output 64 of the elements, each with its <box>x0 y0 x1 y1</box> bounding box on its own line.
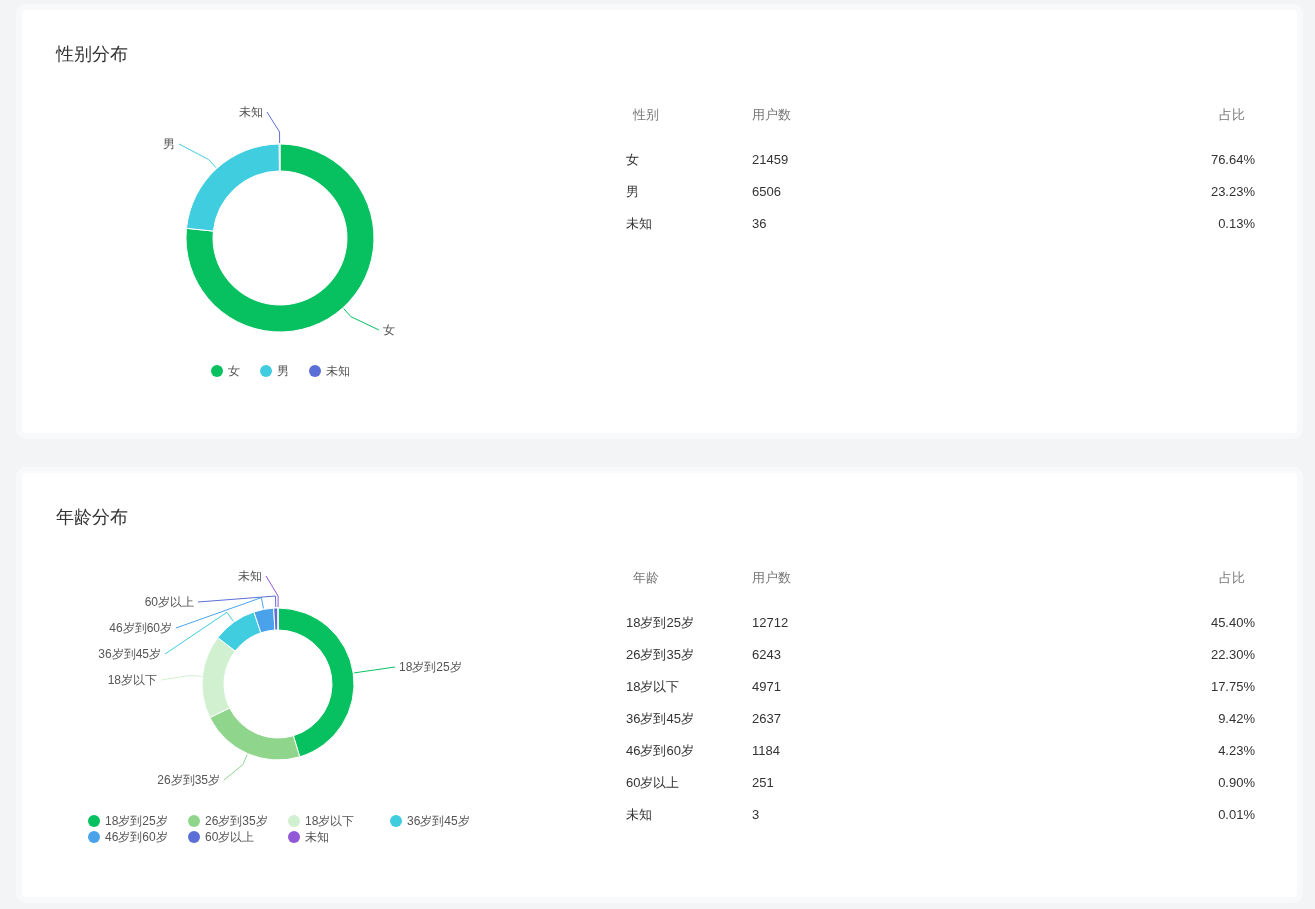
table-cell-text: 9.42% <box>1218 710 1255 729</box>
table-cell-text: 22.30% <box>1210 646 1255 665</box>
table-cell-text: 未知 <box>625 215 653 234</box>
slice-label: 未知 <box>238 569 262 583</box>
table-cell-text: 36 <box>752 215 768 234</box>
legend-label: 36岁到45岁 <box>407 813 470 829</box>
legend-label: 60岁以上 <box>205 829 255 845</box>
table-cell-text: 男 <box>625 183 640 202</box>
table-cell-text: 4971 <box>752 678 782 697</box>
slice-label: 26岁到35岁 <box>157 773 220 787</box>
leader-line <box>223 754 248 781</box>
table-cell-text: 0.13% <box>1218 215 1255 234</box>
column-header: 用户数 <box>752 569 792 588</box>
column-header: 占比 <box>1219 569 1246 588</box>
column-header: 用户数 <box>752 106 792 125</box>
table-cell-text: 12712 <box>752 614 790 633</box>
column-header: 占比 <box>1219 106 1246 125</box>
legend-label: 18岁以下 <box>305 813 355 829</box>
slice-label: 18岁以下 <box>107 673 157 687</box>
slice-label: 46岁到60岁 <box>109 621 172 635</box>
table-cell-text: 6243 <box>752 646 782 665</box>
section-title: 性别分布 <box>54 43 129 66</box>
table-cell-text: 未知 <box>625 806 653 825</box>
table-cell-text: 36岁到45岁 <box>625 710 695 729</box>
table-cell-text: 251 <box>752 774 775 793</box>
table-cell-text: 60岁以上 <box>625 774 681 793</box>
leader-line <box>266 111 281 144</box>
legend-label: 未知 <box>325 363 350 379</box>
table-cell-text: 18岁以下 <box>625 678 681 697</box>
leader-line <box>160 674 202 681</box>
leader-line <box>178 143 217 169</box>
table-cell-text: 女 <box>625 151 640 170</box>
table-cell-text: 17.75% <box>1210 678 1255 697</box>
legend-label: 男 <box>276 363 289 379</box>
table-cell-text: 0.90% <box>1218 774 1255 793</box>
slice-label: 女 <box>383 323 395 337</box>
legend-label: 26岁到35岁 <box>205 813 268 829</box>
table-cell-text: 45.40% <box>1210 614 1255 633</box>
table-cell-text: 18岁到25岁 <box>625 614 695 633</box>
column-header: 性别 <box>632 106 660 125</box>
table-cell-text: 76.64% <box>1210 151 1255 170</box>
table-cell-text: 2637 <box>752 710 782 729</box>
leader-line <box>343 308 380 331</box>
table-cell-text: 6506 <box>752 183 782 202</box>
legend-label: 18岁到25岁 <box>105 813 168 829</box>
slice-label: 60岁以上 <box>144 595 194 609</box>
slice-label: 18岁到25岁 <box>399 660 462 674</box>
table-cell-text: 46岁到60岁 <box>625 742 695 761</box>
slice-label: 36岁到45岁 <box>98 647 161 661</box>
table-cell-text: 0.01% <box>1218 806 1255 825</box>
legend-label: 46岁到60岁 <box>105 829 168 845</box>
slice-label: 未知 <box>239 105 263 119</box>
column-header: 年龄 <box>632 569 660 588</box>
table-cell-text: 4.23% <box>1218 742 1255 761</box>
table-cell-text: 1184 <box>752 742 781 761</box>
table-cell-text: 21459 <box>752 151 790 170</box>
table-cell-text: 3 <box>752 806 761 825</box>
leader-line <box>353 666 396 674</box>
legend-label: 未知 <box>305 829 329 845</box>
section-title: 年龄分布 <box>55 506 129 529</box>
table-cell-text: 26岁到35岁 <box>625 646 695 665</box>
slice-label: 男 <box>163 137 175 151</box>
legend-label: 女 <box>227 363 240 379</box>
table-cell-text: 23.23% <box>1210 183 1255 202</box>
